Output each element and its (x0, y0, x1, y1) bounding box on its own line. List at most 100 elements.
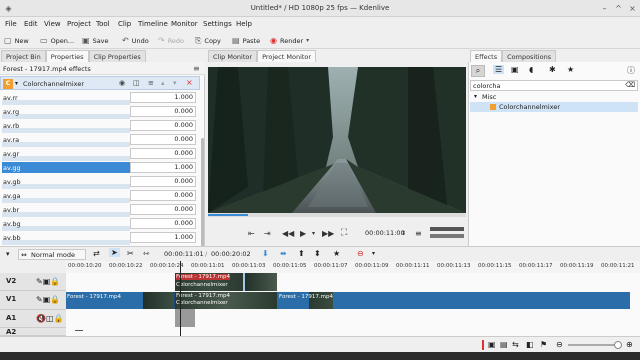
snap-icon[interactable]: ⇄ (93, 249, 100, 258)
timeline-position[interactable]: 00:00:11:01 (164, 250, 204, 258)
zoom-out-icon[interactable]: ⊖ (556, 340, 563, 349)
param-value-input[interactable]: 0.000 (130, 120, 196, 131)
param-value-input[interactable]: 1.000 (130, 232, 196, 243)
undo-button[interactable]: ↶ Undo (122, 35, 149, 46)
zoom-in-icon[interactable]: ⊕ (626, 340, 633, 349)
track-header-a2[interactable]: A2 (0, 328, 66, 336)
track-controls-icon[interactable]: 🔇◫🔒 (36, 314, 63, 323)
zone-in-icon[interactable]: ⇤ (248, 229, 255, 238)
param-scrollbar[interactable] (201, 138, 204, 248)
clip-v1-a[interactable]: Forest - 17917.mp4 (66, 292, 175, 309)
param-row[interactable]: av.bb 1.000 (0, 231, 200, 245)
paste-button[interactable]: ▤ Paste (232, 35, 260, 46)
param-value-input[interactable]: 0.000 (130, 106, 196, 117)
effect-search-input[interactable]: colorcha ⌫ (470, 80, 638, 91)
track-header-a1[interactable]: A1 🔇◫🔒 (0, 310, 66, 328)
minimize-icon[interactable]: – (600, 4, 609, 13)
fullscreen-icon[interactable]: ▣ (488, 340, 496, 349)
extract-icon[interactable]: ⬍ (314, 249, 321, 258)
tab-project-bin[interactable]: Project Bin (1, 50, 46, 62)
param-row[interactable]: av.bg 0.000 (0, 217, 200, 231)
timeline-ruler[interactable]: 00:00:10:20 00:00:10:22 00:00:10:24 00:00:1… (66, 261, 640, 273)
zoom-slider[interactable] (568, 341, 622, 349)
zone-out-icon[interactable]: ⇥ (264, 229, 271, 238)
param-row[interactable]: av.br 0.000 (0, 203, 200, 217)
audio-effects-icon[interactable]: ◖ (529, 65, 533, 74)
param-row[interactable]: av.ra 0.000 (0, 133, 200, 147)
record-icon[interactable]: ⊖ (357, 249, 364, 258)
chevron-down-icon[interactable]: ▾ (372, 250, 375, 257)
thumbnail-icon[interactable]: ◧ (526, 340, 534, 349)
zoom-handle[interactable] (614, 341, 622, 349)
clip-v1-c[interactable]: Forest - 17917.mp4 (277, 292, 630, 309)
spinner-icon[interactable]: ⇕ (401, 230, 406, 237)
param-row[interactable]: av.gb 0.000 (0, 175, 200, 189)
eye-icon[interactable]: ◉ (119, 79, 125, 87)
favorites-icon[interactable]: ★ (567, 65, 574, 74)
track-controls-icon[interactable]: ✎▣🔒 (36, 295, 60, 304)
param-value-input[interactable]: 0.000 (130, 190, 196, 201)
menu-tool[interactable]: Tool (96, 20, 110, 28)
edit-mode-select[interactable]: ⇔ Normal mode (18, 249, 86, 260)
play-icon[interactable]: ▶ (300, 229, 306, 238)
maximize-icon[interactable]: ^ (614, 4, 623, 13)
save-button[interactable]: ▣ Save (82, 35, 109, 46)
param-row[interactable]: av.gg 1.000 (0, 161, 200, 175)
clip-v1-b[interactable]: Forest - 17917.mp4 Colorchannelmixer (175, 292, 277, 309)
param-value-input[interactable]: 0.000 (130, 218, 196, 229)
effect-item-colorchannelmixer[interactable]: C ▾ Colorchannelmixer ◉ ◫ ≡ ▴ ▾ × (0, 76, 200, 90)
info-icon[interactable]: ⓘ (627, 65, 635, 76)
menu-clip[interactable]: Clip (118, 20, 131, 28)
clear-input-icon[interactable]: ⌫ (625, 81, 635, 89)
param-row[interactable]: av.rg 0.000 (0, 105, 200, 119)
menu-view[interactable]: View (44, 20, 61, 28)
new-button[interactable]: ▢ New (4, 35, 29, 46)
copy-button[interactable]: ⎘ Copy (195, 35, 221, 46)
menu-icon[interactable]: ≡ (148, 79, 154, 87)
render-button[interactable]: ◉ Render ▾ (270, 35, 309, 46)
move-down-icon[interactable]: ▾ (173, 79, 177, 87)
insert-icon[interactable]: ⬇ (262, 249, 269, 258)
menu-project[interactable]: Project (67, 20, 91, 28)
razor-tool-icon[interactable]: ✂ (127, 249, 134, 258)
close-icon[interactable]: × (628, 4, 637, 13)
search-icon[interactable]: ⌕ (471, 65, 485, 77)
tab-compositions[interactable]: Compositions (502, 50, 557, 62)
param-value-input[interactable]: 0.000 (130, 134, 196, 145)
track-header-v1[interactable]: V1 ✎▣🔒 (0, 291, 66, 310)
menu-settings[interactable]: Settings (203, 20, 232, 28)
list-view-icon[interactable]: ☰ (493, 65, 505, 74)
custom-effects-icon[interactable]: ✱ (549, 65, 556, 74)
lift-icon[interactable]: ⬆ (298, 249, 305, 258)
menu-monitor[interactable]: Monitor (171, 20, 198, 28)
tab-clip-monitor[interactable]: Clip Monitor (208, 50, 258, 62)
param-value-input[interactable]: 1.000 (130, 162, 196, 173)
param-value-input[interactable]: 0.000 (130, 148, 196, 159)
track-header-v2[interactable]: V2 ✎▣🔒 (0, 273, 66, 291)
split-audio-icon[interactable]: ▤ (500, 340, 508, 349)
param-value-input[interactable]: 0.000 (130, 176, 196, 187)
monitor-timecode[interactable]: 00:00:11:00 (365, 229, 405, 237)
markers-icon[interactable]: ⚑ (540, 340, 547, 349)
param-value-input[interactable]: 0.000 (130, 204, 196, 215)
param-row[interactable]: av.rb 0.000 (0, 119, 200, 133)
menu-icon[interactable]: ≡ (415, 229, 422, 238)
forward-icon[interactable]: ▶▶ (322, 229, 334, 238)
chevron-down-icon[interactable]: ▾ (312, 230, 315, 237)
fit-zoom-icon[interactable]: ⛶ (341, 228, 347, 238)
monitor-ruler[interactable] (208, 213, 466, 217)
menu-timeline[interactable]: Timeline (138, 20, 168, 28)
clip-v2[interactable]: Forest - 17917.mp4 Colorchannelmixer (175, 273, 277, 291)
tab-properties[interactable]: Properties (45, 50, 89, 62)
compare-icon[interactable]: ◫ (133, 79, 140, 87)
spacer-tool-icon[interactable]: ⇿ (143, 249, 150, 258)
select-tool-icon[interactable]: ➤ (109, 248, 120, 257)
delete-icon[interactable]: × (186, 78, 193, 87)
chevron-down-icon[interactable]: ▾ (6, 250, 10, 258)
track-controls-icon[interactable]: ✎▣🔒 (36, 277, 60, 286)
menu-icon[interactable]: ≡ (193, 64, 200, 73)
param-row[interactable]: av.gr 0.000 (0, 147, 200, 161)
menu-file[interactable]: File (5, 20, 17, 28)
favorite-icon[interactable]: ★ (333, 249, 340, 258)
video-effects-icon[interactable]: ▣ (511, 65, 519, 74)
